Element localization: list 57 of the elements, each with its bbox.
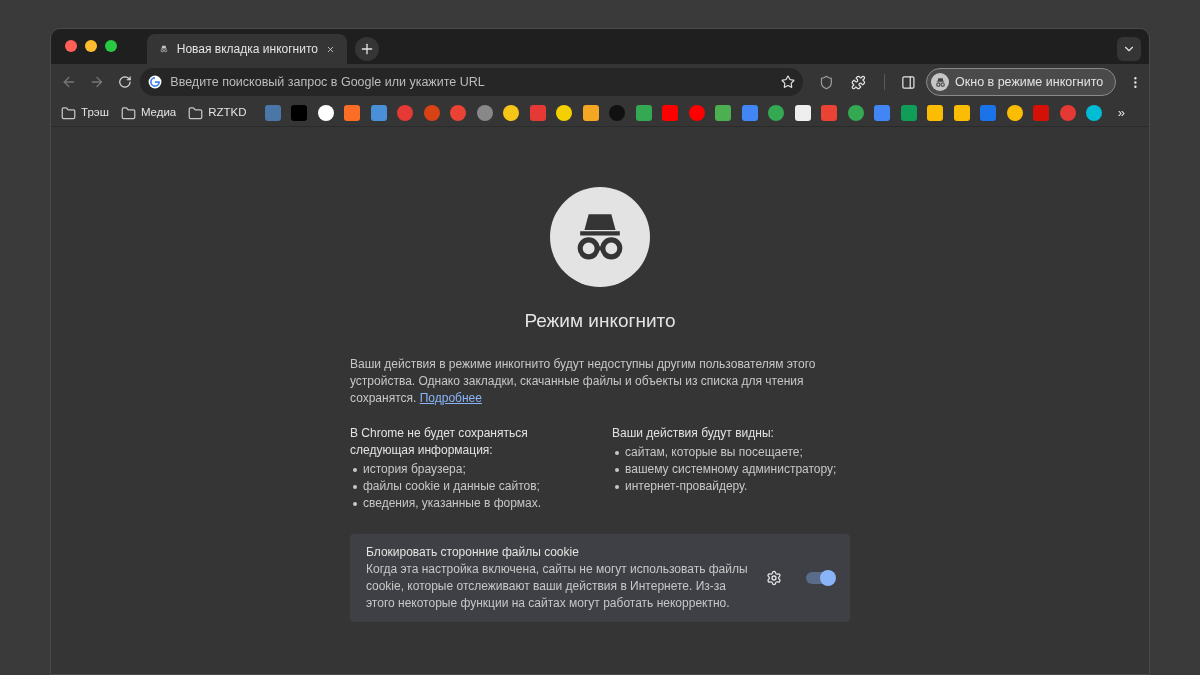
bookmark-favicon-icon[interactable] xyxy=(556,105,573,121)
bookmark-favicon-icon[interactable] xyxy=(953,105,970,121)
close-window-icon[interactable] xyxy=(65,39,77,52)
bookmark-favicon-icon[interactable] xyxy=(317,105,334,121)
tab-search-button[interactable] xyxy=(1117,37,1141,61)
cookie-card-title: Блокировать сторонние файлы cookie xyxy=(366,543,580,561)
page-title: Режим инкогнито xyxy=(524,309,676,333)
bookmark-favicon-icon[interactable] xyxy=(1006,105,1023,121)
bookmark-folder[interactable]: Трэш xyxy=(61,104,109,122)
bullet-icon xyxy=(353,484,357,489)
bookmarks-overflow-button[interactable]: » xyxy=(1117,103,1125,123)
minimize-window-icon[interactable] xyxy=(85,39,97,52)
bookmark-favicon-icon[interactable] xyxy=(582,105,599,121)
cookie-card-description: Когда эта настройка включена, сайты не могут использовать файлы cookie, которые отслеживают ваши действия в Интернете. Из-за этого некоторые функции на сайтах могут работать некорректно. xyxy=(366,560,749,612)
list-item: сведения, указанные в формах. xyxy=(363,494,542,512)
bookmark-favicon-icon[interactable] xyxy=(503,105,520,121)
side-panel-icon[interactable] xyxy=(901,74,917,90)
bullet-icon xyxy=(353,501,357,506)
intro-text: Ваши действия в режиме инкогнито будут недоступны другим пользователям этого устройства. Однако закладки, скачанные файлы и объекты из списка для чтения сохранятся. Подробнее xyxy=(350,355,817,407)
bullet-icon xyxy=(615,484,619,489)
browser-tab[interactable]: Новая вкладка инкогнито xyxy=(147,34,347,64)
list-item: интернет-провайдеру. xyxy=(625,477,748,495)
plus-icon xyxy=(359,41,375,57)
bullet-icon xyxy=(353,467,357,472)
bookmark-favicon-icon[interactable] xyxy=(1086,105,1103,121)
folder-icon xyxy=(61,105,76,121)
address-input[interactable]: Введите поисковый запрос в Google или укажите URL xyxy=(170,72,773,92)
bookmark-favicon-icon[interactable] xyxy=(794,105,811,121)
folder-icon xyxy=(188,105,204,121)
reload-icon[interactable] xyxy=(117,75,132,89)
back-icon[interactable] xyxy=(61,74,77,90)
incognito-avatar-icon xyxy=(931,73,950,91)
bookmark-star-icon[interactable] xyxy=(780,75,795,89)
learn-more-link[interactable]: Подробнее xyxy=(419,390,482,405)
column-heading: В Chrome не будет сохраняться следующая информация: xyxy=(350,424,529,459)
shield-icon[interactable] xyxy=(818,74,834,90)
bullet-icon xyxy=(615,467,619,472)
settings-icon[interactable] xyxy=(766,569,782,586)
list-item: вашему системному администратору; xyxy=(625,460,837,478)
tab-title: Новая вкладка инкогнито xyxy=(176,41,318,58)
bullet-icon xyxy=(615,450,619,455)
column-heading: Ваши действия будут видны: xyxy=(612,424,775,442)
list-item: история браузера; xyxy=(363,460,466,478)
bookmark-favicon-icon[interactable] xyxy=(927,105,944,121)
google-g-icon xyxy=(148,75,163,89)
maximize-window-icon[interactable] xyxy=(105,39,117,52)
new-tab-button[interactable] xyxy=(355,37,379,61)
incognito-chip[interactable]: Окно в режиме инкогнито xyxy=(926,68,1117,96)
folder-icon xyxy=(120,105,136,121)
incognito-chip-label: Окно в режиме инкогнито xyxy=(955,73,1104,91)
address-field[interactable]: Введите поисковый запрос в Google или укажите URL xyxy=(140,68,803,96)
extensions-icon[interactable] xyxy=(851,74,867,90)
cookie-toggle[interactable] xyxy=(806,571,834,584)
list-item: файлы cookie и данные сайтов; xyxy=(363,477,540,495)
bookmark-folder[interactable]: RZTKD xyxy=(188,104,247,122)
list-item: сайтам, которые вы посещаете; xyxy=(625,443,803,461)
bookmark-folder[interactable]: Медиа xyxy=(120,104,177,122)
